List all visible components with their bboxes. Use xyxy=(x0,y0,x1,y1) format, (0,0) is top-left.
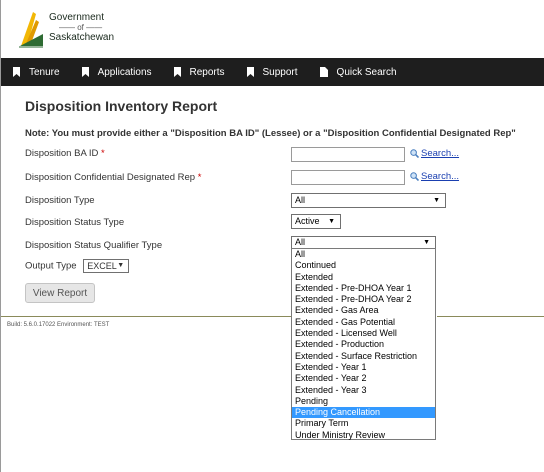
document-icon xyxy=(319,67,328,77)
disposition-type-label: Disposition Type xyxy=(25,195,95,206)
dropdown-option[interactable]: Extended - Gas Area xyxy=(292,305,435,316)
header: Government —— of —— Saskatchewan xyxy=(1,0,544,56)
ba-id-label: Disposition BA ID * xyxy=(25,148,105,159)
qualifier-dropdown-list[interactable]: All Continued Extended Extended - Pre-DH… xyxy=(291,248,436,440)
dropdown-option[interactable]: Primary Term xyxy=(292,418,435,429)
status-type-label: Disposition Status Type xyxy=(25,217,125,228)
logo-line-government: Government xyxy=(49,12,105,23)
status-type-value: Active xyxy=(295,216,320,226)
output-type-label: Output Type xyxy=(25,260,77,272)
nav-applications[interactable]: Applications xyxy=(81,66,152,78)
chevron-down-icon: ▼ xyxy=(117,262,125,269)
disposition-type-value: All xyxy=(295,195,306,205)
dropdown-option[interactable]: Extended - Pre-DHOA Year 1 xyxy=(292,283,435,294)
nav-quick-search[interactable]: Quick Search xyxy=(319,66,397,78)
bookmark-icon xyxy=(81,67,89,77)
output-type-select[interactable]: EXCEL ▼ xyxy=(83,259,130,273)
chevron-down-icon: ▼ xyxy=(433,197,440,204)
view-report-button[interactable]: View Report xyxy=(25,283,95,303)
nav-reports-label: Reports xyxy=(189,66,225,78)
build-info: Build: 5.6.0.17022 Environment: TEST xyxy=(7,322,110,328)
required-marker: * xyxy=(101,148,105,159)
page-frame: Government —— of —— Saskatchewan Tenure … xyxy=(0,0,544,472)
nav-tenure-label: Tenure xyxy=(29,66,60,78)
logo-text: Government —— of —— Saskatchewan xyxy=(49,12,114,43)
logo-line-saskatchewan: Saskatchewan xyxy=(49,32,115,43)
dropdown-option[interactable]: Extended - Gas Potential xyxy=(292,317,435,328)
footer-divider-right xyxy=(437,316,544,317)
nav-reports[interactable]: Reports xyxy=(173,66,225,78)
dropdown-option[interactable]: Extended - Licensed Well xyxy=(292,328,435,339)
qualifier-type-label: Disposition Status Qualifier Type xyxy=(25,240,163,251)
dropdown-option[interactable]: Extended - Production xyxy=(292,339,435,350)
nav-support[interactable]: Support xyxy=(246,66,298,78)
bookmark-icon xyxy=(173,67,181,77)
nav-tenure[interactable]: Tenure xyxy=(13,67,60,78)
dropdown-option[interactable]: Extended - Year 3 xyxy=(292,385,435,396)
ba-id-search-link[interactable]: Search... xyxy=(421,148,459,159)
conf-rep-label-text: Disposition Confidential Designated Rep xyxy=(25,172,196,183)
dropdown-option[interactable]: Extended - Surface Restriction xyxy=(292,351,435,362)
dropdown-option[interactable]: All xyxy=(292,249,435,260)
output-type-row: Output Type EXCEL ▼ xyxy=(25,259,130,273)
dropdown-option[interactable]: Extended - Year 2 xyxy=(292,373,435,384)
disposition-type-select[interactable]: All ▼ xyxy=(291,193,446,208)
dropdown-option[interactable]: Extended - Year 1 xyxy=(292,362,435,373)
ba-id-input[interactable] xyxy=(291,147,405,162)
conf-rep-label: Disposition Confidential Designated Rep … xyxy=(25,172,201,183)
dropdown-option[interactable]: Extended - Pre-DHOA Year 2 xyxy=(292,294,435,305)
requirement-note: Note: You must provide either a "Disposi… xyxy=(25,128,516,139)
chevron-down-icon: ▼ xyxy=(423,239,430,246)
nav-support-label: Support xyxy=(262,66,298,78)
logo-line-of: —— of —— xyxy=(59,23,103,32)
chevron-down-icon: ▼ xyxy=(328,218,335,225)
qualifier-type-value: All xyxy=(295,237,306,247)
magnifier-icon[interactable] xyxy=(410,149,419,158)
status-type-select[interactable]: Active ▼ xyxy=(291,214,341,229)
conf-rep-search-link[interactable]: Search... xyxy=(421,171,459,182)
dropdown-option[interactable]: Extended xyxy=(292,272,435,283)
nav-applications-label: Applications xyxy=(97,66,152,78)
dropdown-option[interactable]: Under Ministry Review xyxy=(292,430,435,441)
government-logo[interactable]: Government —— of —— Saskatchewan xyxy=(19,10,139,50)
required-marker: * xyxy=(197,172,202,183)
nav-quick-search-label: Quick Search xyxy=(336,66,397,78)
bookmark-icon xyxy=(246,67,254,77)
conf-rep-input[interactable] xyxy=(291,170,405,185)
output-type-value: EXCEL xyxy=(87,261,117,271)
dropdown-option[interactable]: Pending xyxy=(292,396,435,407)
dropdown-option-highlighted[interactable]: Pending Cancellation xyxy=(292,407,435,419)
bookmark-icon xyxy=(13,67,20,77)
wheat-logo-icon xyxy=(19,12,43,48)
page-title: Disposition Inventory Report xyxy=(25,98,218,114)
footer-divider xyxy=(1,316,291,317)
magnifier-icon[interactable] xyxy=(410,172,419,181)
dropdown-option[interactable]: Continued xyxy=(292,260,435,271)
main-nav: Tenure Applications Reports Support Quic… xyxy=(1,58,544,86)
ba-id-label-text: Disposition BA ID xyxy=(25,148,99,159)
